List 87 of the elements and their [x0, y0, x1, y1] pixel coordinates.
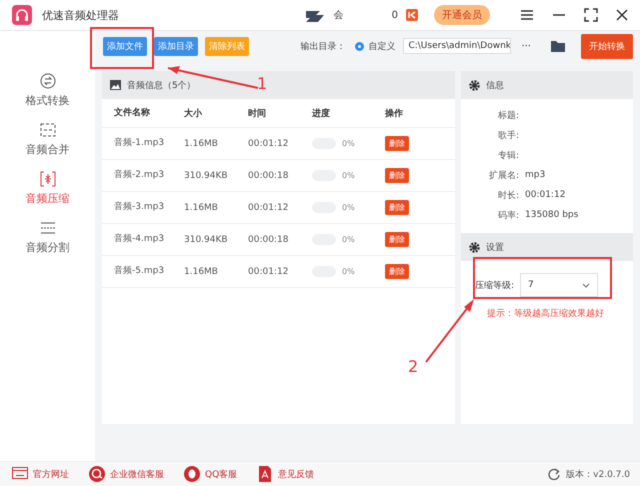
- level-dropdown[interactable]: 7: [520, 273, 598, 297]
- highlight-frame: [90, 27, 154, 69]
- sidebar-item[interactable]: 音频合并: [26, 122, 70, 157]
- delete-button[interactable]: 删除: [385, 168, 409, 183]
- hint-text: 提示：等级越高压缩效果越好: [487, 308, 605, 320]
- table-cell-text: 310.94KB: [184, 234, 229, 244]
- footer-link[interactable]: 企业微信客服: [89, 466, 164, 482]
- radio-button[interactable]: [355, 42, 364, 50]
- fullscreen-icon[interactable]: [584, 8, 598, 22]
- menu-icon[interactable]: [520, 9, 534, 21]
- table-cell-text: 1.16MB: [184, 266, 219, 276]
- column-header: 进度: [312, 107, 331, 120]
- annotation-arrow: [425, 299, 474, 363]
- table-cell-text: 1.16MB: [184, 202, 219, 212]
- field-value: 00:01:12: [525, 190, 566, 200]
- delete-button[interactable]: 删除: [385, 232, 409, 247]
- toolbar-button[interactable]: 添加目录: [154, 36, 198, 56]
- field-label: 标题:: [496, 110, 519, 122]
- image-icon: [110, 80, 121, 90]
- more-button[interactable]: ···: [521, 40, 531, 52]
- gear-icon: [469, 80, 480, 90]
- footer-link[interactable]: QQ客服: [184, 466, 238, 482]
- sidebar-item[interactable]: 音频分割: [26, 220, 70, 255]
- swap-icon: [40, 73, 56, 89]
- delete-button[interactable]: 删除: [385, 136, 409, 151]
- table-cell-text: 00:01:12: [248, 138, 290, 148]
- coin-count: 0: [392, 10, 398, 20]
- folder-icon[interactable]: [551, 40, 565, 52]
- coin-icon: [406, 9, 418, 21]
- table-cell-text: 00:00:18: [248, 234, 290, 244]
- progress-reading: 0%: [342, 139, 355, 148]
- column-header: 时间: [248, 107, 267, 120]
- refresh-icon: [548, 468, 560, 480]
- field-label: 歌手:: [496, 130, 519, 142]
- field-value: mp3: [525, 170, 546, 180]
- annotation-number: 1: [257, 75, 268, 93]
- progress-reading: 0%: [342, 267, 355, 276]
- window-title: 优速音频处理器: [42, 8, 119, 22]
- delete-button[interactable]: 删除: [385, 264, 409, 279]
- output-label: 输出目录：: [300, 40, 346, 52]
- footer-link[interactable]: 官方网址: [12, 466, 69, 482]
- column-header: 文件名称: [114, 106, 151, 120]
- panel-title: 音频信息（5个）: [127, 80, 196, 92]
- field-value: 135080 bps: [525, 210, 578, 220]
- table-cell-text: 00:01:12: [248, 266, 290, 276]
- annotation-number: 2: [408, 358, 418, 376]
- panel-title: 信息: [486, 80, 504, 92]
- table-cell-text: 1.16MB: [184, 138, 219, 148]
- field-label: 码率:: [496, 210, 519, 222]
- field-label: 时长:: [496, 190, 519, 202]
- table-cell-text: 音频-5.mp3: [114, 264, 166, 278]
- delete-button[interactable]: 删除: [385, 200, 409, 215]
- settings-icon: [469, 242, 480, 252]
- document-icon: [257, 466, 274, 482]
- field-label: 专辑:: [496, 150, 519, 162]
- footer-link[interactable]: 意见反馈: [257, 466, 314, 482]
- user-name: 会: [334, 9, 344, 22]
- web-icon: [12, 466, 28, 482]
- start-button[interactable]: 开始转换: [581, 34, 633, 58]
- split-icon: [40, 220, 56, 236]
- vip-button[interactable]: 开通会员: [434, 5, 490, 25]
- field-label: 扩展名:: [488, 170, 519, 182]
- progress-reading: 0%: [342, 171, 355, 180]
- chevron-down-icon: [582, 282, 590, 288]
- column-header: 操作: [385, 108, 403, 120]
- table-cell-text: 音频-3.mp3: [114, 200, 166, 214]
- progress-reading: 0%: [342, 203, 355, 212]
- toolbar-button[interactable]: 添加文件: [103, 36, 147, 56]
- sidebar-item[interactable]: 音频压缩: [26, 171, 70, 206]
- level-label: 压缩等级:: [475, 280, 514, 292]
- close-icon[interactable]: [616, 9, 628, 21]
- table-cell-text: 音频-2.mp3: [114, 168, 166, 182]
- compress-icon: [40, 171, 56, 187]
- table-cell-text: 310.94KB: [184, 170, 229, 180]
- panel-title: 设置: [486, 242, 504, 254]
- merge-icon: [40, 122, 56, 138]
- radio-label: 自定义: [368, 40, 396, 52]
- headphones-icon: [12, 5, 32, 25]
- table-cell-text: 00:00:18: [248, 170, 290, 180]
- table-cell-text: 音频-1.mp3: [114, 136, 166, 150]
- table-cell-text: 00:01:12: [248, 202, 290, 212]
- column-header: 大小: [184, 107, 203, 120]
- progress-reading: 0%: [342, 235, 355, 244]
- sidebar-item[interactable]: 格式转换: [26, 73, 70, 108]
- version-text: 版本：v2.0.7.0: [566, 468, 630, 480]
- table-cell-text: 音频-4.mp3: [114, 232, 166, 246]
- chat-icon: [89, 466, 105, 482]
